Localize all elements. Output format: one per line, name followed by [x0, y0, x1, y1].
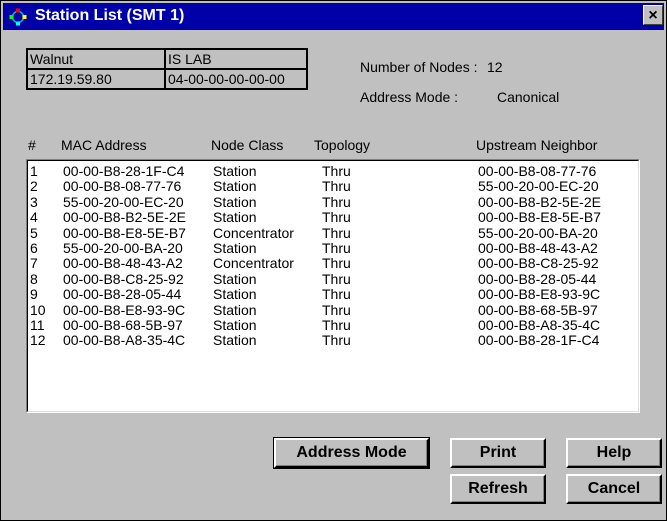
row-number: 8 [30, 270, 38, 287]
row-mac-address: 00-00-B8-E8-5E-B7 [63, 224, 186, 241]
row-node-class: Station [213, 240, 257, 256]
row-node-class: Station [213, 317, 257, 333]
row-topology: Thru [322, 193, 351, 210]
row-upstream-neighbor: 00-00-B8-28-05-44 [478, 270, 597, 287]
row-upstream-neighbor: 00-00-B8-E8-93-9C [478, 286, 601, 303]
nodes-count-label: Number of Nodes : [360, 59, 478, 75]
row-upstream-neighbor: 00-00-B8-48-43-A2 [478, 240, 598, 256]
row-mac-address: 55-00-20-00-EC-20 [63, 193, 184, 210]
row-upstream-neighbor: 00-00-B8-A8-35-4C [478, 317, 601, 333]
title-bar[interactable]: Station List (SMT 1) × [3, 3, 664, 30]
row-upstream-neighbor: 00-00-B8-B2-5E-2E [478, 193, 601, 210]
row-mac-address: 00-00-B8-08-77-76 [63, 178, 182, 195]
column-header-mac: MAC Address [61, 137, 147, 153]
row-topology: Thru [322, 209, 351, 226]
row-number: 6 [30, 240, 38, 256]
row-number: 1 [30, 163, 38, 179]
close-button[interactable]: × [643, 5, 663, 25]
row-node-class: Station [213, 193, 257, 210]
node-ip: 172.19.59.80 [26, 68, 166, 90]
row-node-class: Station [213, 301, 257, 318]
node-name: Walnut [26, 48, 166, 70]
nodes-count-value: 12 [487, 59, 503, 75]
row-upstream-neighbor: 00-00-B8-08-77-76 [478, 163, 597, 179]
row-mac-address: 00-00-B8-48-43-A2 [63, 255, 183, 272]
row-node-class: Concentrator [213, 224, 294, 241]
row-number: 5 [30, 224, 38, 241]
row-topology: Thru [322, 332, 351, 349]
station-listbox[interactable]: 1 00-00-B8-28-1F-C4 Station Thru 00-00-B8-08… [26, 159, 640, 413]
print-button[interactable]: Print [450, 438, 546, 468]
node-mac: 04-00-00-00-00-00 [164, 68, 308, 90]
row-mac-address: 00-00-B8-28-1F-C4 [63, 163, 185, 179]
row-topology: Thru [322, 240, 351, 256]
address-mode-button[interactable]: Address Mode [273, 437, 430, 469]
column-header-node-class: Node Class [211, 137, 284, 153]
row-mac-address: 00-00-B8-E8-93-9C [63, 301, 186, 318]
column-header-topology: Topology [314, 137, 371, 153]
row-mac-address: 00-00-B8-C8-25-92 [63, 270, 184, 287]
row-mac-address: 00-00-B8-28-05-44 [63, 286, 182, 303]
network-ring-icon [9, 8, 27, 26]
cancel-button[interactable]: Cancel [566, 474, 662, 504]
row-upstream-neighbor: 55-00-20-00-BA-20 [478, 224, 598, 241]
row-number: 2 [30, 178, 38, 195]
row-number: 10 [30, 301, 46, 318]
row-number: 3 [30, 193, 38, 210]
row-node-class: Station [213, 332, 257, 349]
row-topology: Thru [322, 255, 351, 272]
row-number: 7 [30, 255, 38, 272]
row-number: 11 [30, 317, 45, 333]
row-topology: Thru [322, 301, 351, 318]
row-node-class: Station [213, 178, 257, 195]
row-topology: Thru [322, 224, 351, 241]
row-upstream-neighbor: 00-00-B8-C8-25-92 [478, 255, 599, 272]
node-location: IS LAB [164, 48, 308, 70]
node-info-table: Walnut IS LAB 172.19.59.80 04-00-00-00-0… [26, 48, 308, 90]
row-number: 9 [30, 286, 38, 303]
row-node-class: Station [213, 209, 257, 226]
column-header-upstream: Upstream Neighbor [476, 137, 598, 153]
address-mode-value: Canonical [497, 89, 560, 105]
row-topology: Thru [322, 317, 351, 333]
row-node-class: Station [213, 286, 257, 303]
row-number: 12 [30, 332, 46, 349]
refresh-button[interactable]: Refresh [450, 474, 546, 504]
row-upstream-neighbor: 00-00-B8-68-5B-97 [478, 301, 598, 318]
row-mac-address: 00-00-B8-B2-5E-2E [63, 209, 186, 226]
address-mode-label: Address Mode : [360, 89, 459, 105]
row-node-class: Concentrator [213, 255, 294, 272]
row-upstream-neighbor: 55-00-20-00-EC-20 [478, 178, 599, 195]
row-upstream-neighbor: 00-00-B8-28-1F-C4 [478, 332, 600, 349]
row-number: 4 [30, 209, 38, 226]
row-topology: Thru [322, 178, 351, 195]
row-topology: Thru [322, 286, 351, 303]
column-header-number: # [28, 137, 36, 153]
row-node-class: Station [213, 163, 257, 179]
row-node-class: Station [213, 270, 257, 287]
row-mac-address: 00-00-B8-A8-35-4C [63, 332, 186, 349]
row-mac-address: 55-00-20-00-BA-20 [63, 240, 183, 256]
row-topology: Thru [322, 163, 351, 179]
help-button[interactable]: Help [566, 438, 662, 468]
window-title: Station List (SMT 1) [35, 7, 185, 24]
station-list-rows: 1 00-00-B8-28-1F-C4 Station Thru 00-00-B8-08… [27, 160, 639, 412]
row-upstream-neighbor: 00-00-B8-E8-5E-B7 [478, 209, 601, 226]
station-list-window: Station List (SMT 1) × Walnut IS LAB 172… [0, 0, 667, 521]
row-topology: Thru [322, 270, 351, 287]
row-mac-address: 00-00-B8-68-5B-97 [63, 317, 183, 333]
